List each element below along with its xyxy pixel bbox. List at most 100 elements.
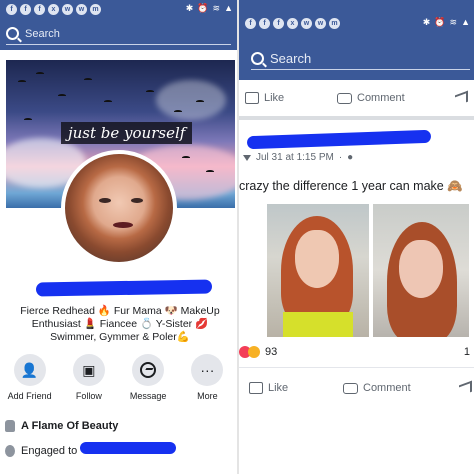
signal-icon: ▲ xyxy=(224,3,233,13)
wifi-icon: ≋ xyxy=(449,17,458,27)
signal-icon: ▲ xyxy=(461,17,470,27)
page-name: A Flame Of Beauty xyxy=(21,420,119,432)
comment-icon xyxy=(343,382,358,394)
tools-notification-icon: x xyxy=(287,18,298,29)
system-icons: ✱ ⏰ ≋ ▲ xyxy=(186,3,233,14)
relationship-text: Engaged to xyxy=(21,445,78,457)
reactions-count: 93 xyxy=(265,346,278,358)
share-icon xyxy=(459,380,472,396)
alarm-icon: ⏰ xyxy=(434,17,446,27)
redacted-name xyxy=(35,279,213,297)
wow-reaction-icon xyxy=(248,346,260,358)
badge-icon xyxy=(5,420,15,432)
bird xyxy=(84,78,92,81)
bird xyxy=(36,72,44,75)
whatsapp-notification-icon: w xyxy=(301,18,312,29)
globe-icon: ● xyxy=(347,152,354,163)
like-button[interactable]: Like xyxy=(249,382,288,394)
whatsapp-notification-icon: w xyxy=(62,4,73,15)
comment-label: Comment xyxy=(363,382,411,394)
search-icon xyxy=(251,52,264,65)
follow-button[interactable]: ▣ Follow xyxy=(61,354,117,401)
status-bar: f f f x w w m ✱ ⏰ ≋ ▲ xyxy=(239,0,474,34)
notification-icons: f f f x w w m xyxy=(245,18,340,29)
bottom-action-bar: Like Comment xyxy=(239,378,474,398)
search-bar[interactable]: Search xyxy=(239,34,474,80)
like-label: Like xyxy=(268,382,289,394)
comment-button[interactable]: Comment xyxy=(337,92,405,104)
bird xyxy=(58,94,66,97)
facebook-notification-icon: f xyxy=(6,4,17,15)
messenger-icon xyxy=(132,354,165,386)
bird xyxy=(104,100,112,103)
system-icons: ✱ ⏰ ≋ ▲ xyxy=(423,17,470,28)
share-icon xyxy=(455,90,468,106)
whatsapp-notification-icon: w xyxy=(315,18,326,29)
profile-bio: Fierce Redhead 🔥 Fur Mama 🐶 MakeUp Enthu… xyxy=(20,305,220,343)
post-meta: Jul 31 at 1:15 PM · ● xyxy=(243,152,353,163)
add-friend-label: Add Friend xyxy=(7,391,52,401)
search-bar[interactable]: Search xyxy=(0,20,237,50)
like-button[interactable]: Like xyxy=(245,92,284,104)
search-icon xyxy=(6,27,19,40)
facebook-notification-icon: f xyxy=(34,4,45,15)
comment-button[interactable]: Comment xyxy=(343,382,411,394)
redacted-author xyxy=(246,129,432,150)
like-icon xyxy=(245,92,259,104)
bird xyxy=(206,170,214,173)
lips xyxy=(113,222,133,228)
search-input[interactable]: Search xyxy=(6,23,231,45)
meta-separator: · xyxy=(338,152,343,163)
facebook-notification-icon: f xyxy=(20,4,31,15)
bird xyxy=(18,80,26,83)
bird xyxy=(182,156,190,159)
more-icon: ··· xyxy=(191,354,224,386)
share-button[interactable] xyxy=(459,380,472,396)
bluetooth-icon: ✱ xyxy=(422,17,431,27)
messenger-notification-icon: m xyxy=(90,4,101,15)
post-date[interactable]: Jul 31 at 1:15 PM xyxy=(256,152,334,163)
facebook-notification-icon: f xyxy=(273,18,284,29)
post-text: crazy the difference 1 year can make 🙈 xyxy=(239,179,463,193)
cover-caption: just be yourself xyxy=(61,122,193,144)
reaction-summary[interactable]: 93 1 xyxy=(239,346,474,358)
search-placeholder: Search xyxy=(25,27,60,40)
like-icon xyxy=(249,382,263,394)
share-button[interactable] xyxy=(455,90,468,106)
caret-icon xyxy=(243,154,251,161)
post-screen: f f f x w w m ✱ ⏰ ≋ ▲ Search Like Commen… xyxy=(239,0,474,474)
redacted-partner xyxy=(80,442,176,454)
comment-icon xyxy=(337,92,352,104)
search-input[interactable]: Search xyxy=(251,48,470,70)
facebook-notification-icon: f xyxy=(259,18,270,29)
profile-actions: 👤 Add Friend ▣ Follow Message ··· More xyxy=(0,354,237,401)
profile-screen: f f f x w w m ✱ ⏰ ≋ ▲ Search just be you… xyxy=(0,0,237,474)
top-action-bar: Like Comment xyxy=(239,88,474,108)
notification-icons: f f f x w w m xyxy=(6,4,101,15)
info-row-relationship: Engaged to xyxy=(5,445,77,457)
follow-label: Follow xyxy=(75,391,102,401)
search-placeholder: Search xyxy=(270,51,312,66)
comment-label: Comment xyxy=(357,92,405,104)
status-bar: f f f x w w m ✱ ⏰ ≋ ▲ xyxy=(0,0,237,20)
profile-picture[interactable] xyxy=(61,150,177,266)
message-button[interactable]: Message xyxy=(120,354,176,401)
post-photo-after[interactable] xyxy=(373,204,469,337)
face xyxy=(295,230,339,288)
add-friend-button[interactable]: 👤 Add Friend xyxy=(2,354,58,401)
bird xyxy=(146,90,154,93)
eye xyxy=(131,198,143,203)
more-button[interactable]: ··· More xyxy=(179,354,235,401)
cloud xyxy=(156,80,226,120)
whatsapp-notification-icon: w xyxy=(76,4,87,15)
eye xyxy=(99,198,111,203)
messenger-notification-icon: m xyxy=(329,18,340,29)
bluetooth-icon: ✱ xyxy=(185,3,194,13)
bird xyxy=(196,100,204,103)
bird xyxy=(24,118,32,121)
post-photo-before[interactable] xyxy=(267,204,369,337)
feed-divider xyxy=(239,116,474,120)
heart-icon xyxy=(5,445,15,457)
alarm-icon: ⏰ xyxy=(197,3,209,13)
info-row-page[interactable]: A Flame Of Beauty xyxy=(5,420,118,432)
